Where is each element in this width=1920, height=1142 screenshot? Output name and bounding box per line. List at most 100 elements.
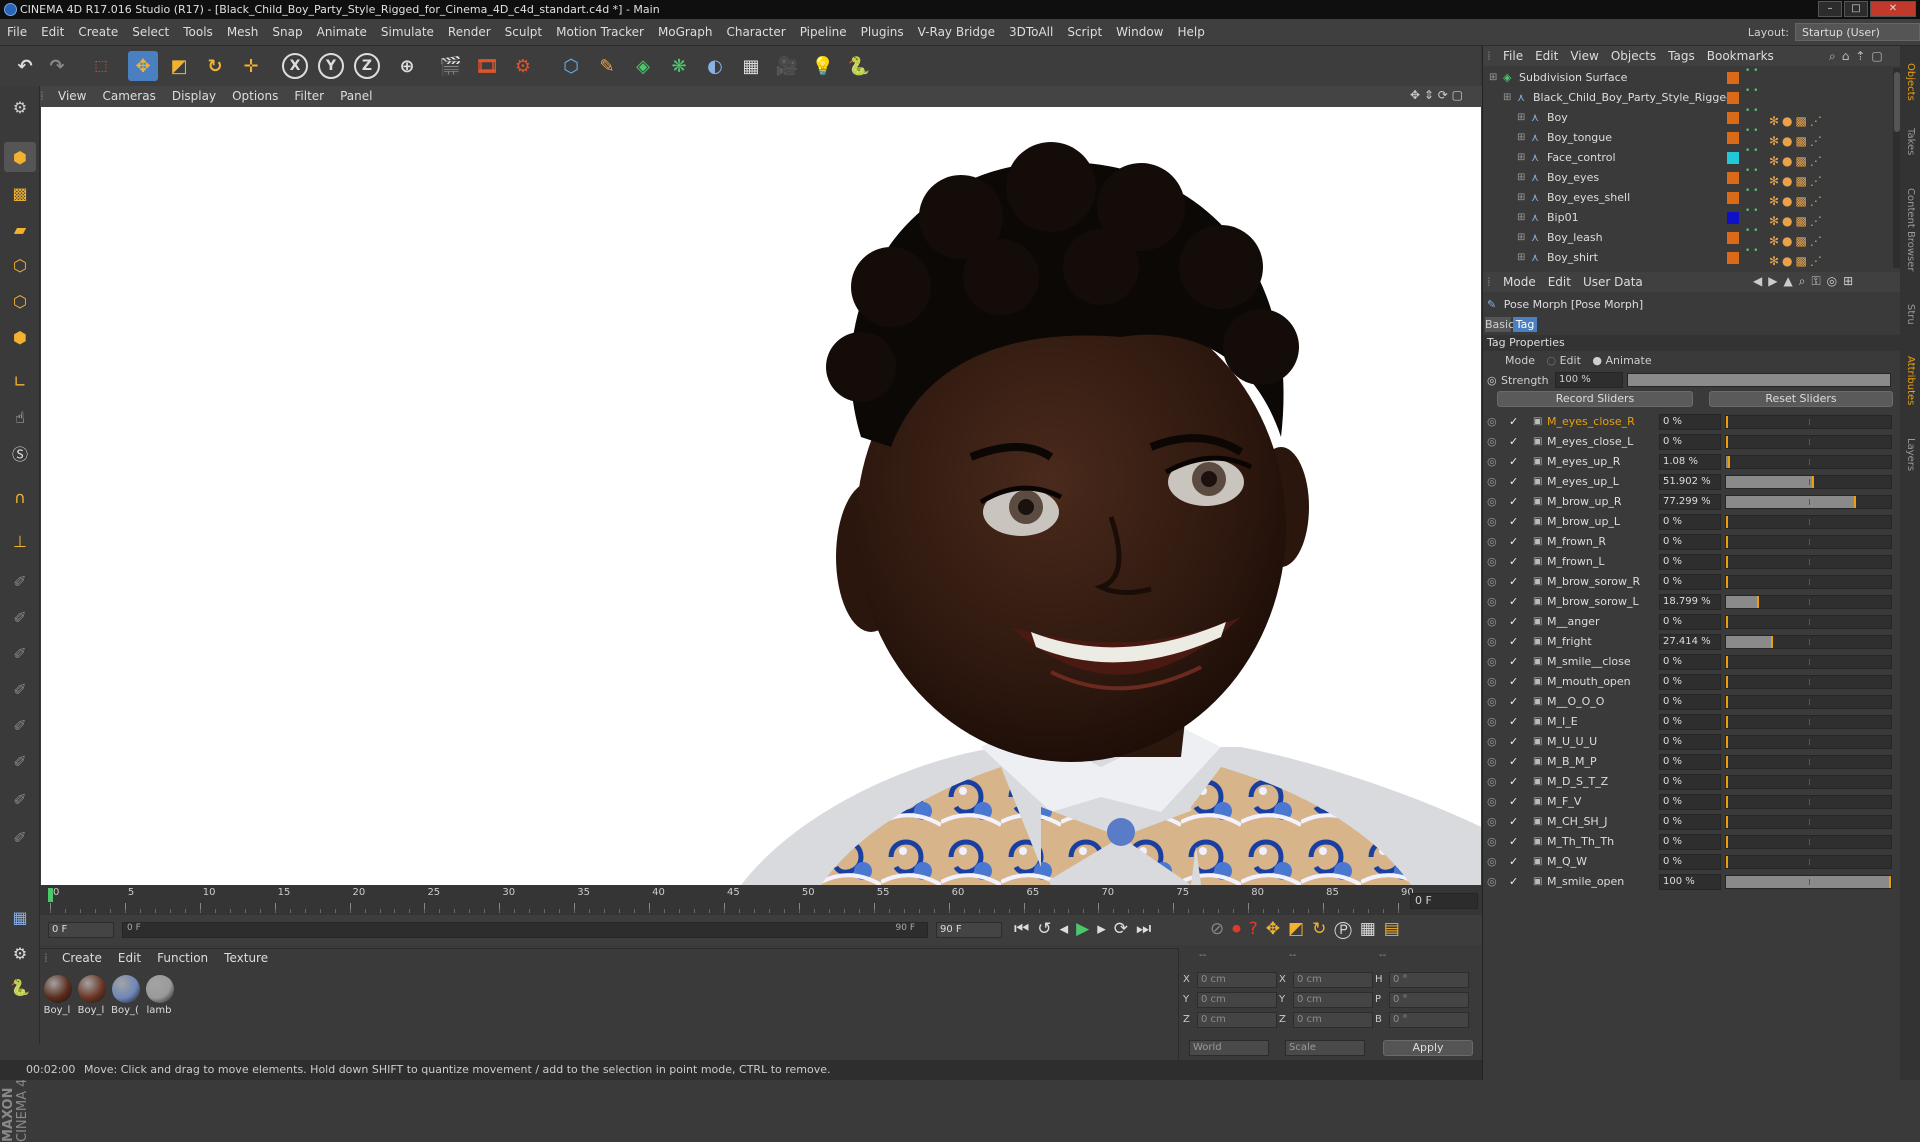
side-tab-stru[interactable]: Stru xyxy=(1902,295,1918,333)
enable-checkbox[interactable]: ✓ xyxy=(1509,472,1518,492)
minimize-button[interactable]: – xyxy=(1818,1,1842,17)
menu-mesh[interactable]: Mesh xyxy=(220,19,266,46)
morph-value-field[interactable]: 0 % xyxy=(1659,814,1721,830)
morph-value-field[interactable]: 0 % xyxy=(1659,774,1721,790)
visibility-dots-icon[interactable]: • • xyxy=(1745,206,1758,217)
object-row[interactable]: ⊞⋏Boy• •✻●▩⋰ xyxy=(1483,108,1893,128)
anim-dot-icon[interactable]: ◎ xyxy=(1487,512,1497,532)
morph-slider[interactable] xyxy=(1725,675,1892,689)
camera-icon[interactable]: 🎥 xyxy=(772,51,802,81)
expand-icon[interactable]: ⊞ xyxy=(1517,128,1525,148)
morph-value-field[interactable]: 1.08 % xyxy=(1659,454,1721,470)
layer-color-swatch[interactable] xyxy=(1727,172,1739,184)
slider-handle[interactable] xyxy=(1889,876,1891,888)
morph-value-field[interactable]: 0 % xyxy=(1659,574,1721,590)
slider-handle[interactable] xyxy=(1771,636,1773,648)
pan-icon[interactable]: ✥ xyxy=(1410,88,1420,102)
object-name[interactable]: Black_Child_Boy_Party_Style_Rigged xyxy=(1533,88,1733,108)
sculpt-brush-8-icon[interactable]: ✐ xyxy=(4,822,36,852)
morph-slider[interactable] xyxy=(1725,695,1892,709)
object-row[interactable]: ⊞⋏Boy_eyes• •✻●▩⋰ xyxy=(1483,168,1893,188)
menu-script[interactable]: Script xyxy=(1060,19,1109,46)
side-tab-content-browser[interactable]: Content Browser xyxy=(1902,172,1918,287)
slider-handle[interactable] xyxy=(1812,476,1814,488)
morph-value-field[interactable]: 0 % xyxy=(1659,614,1721,630)
autokey-icon[interactable]: ? xyxy=(1249,919,1266,939)
expand-icon[interactable]: ⊞ xyxy=(1517,168,1525,188)
anim-dot-icon[interactable]: ◎ xyxy=(1487,812,1497,832)
model-mode-icon[interactable]: ⬢ xyxy=(4,142,36,172)
object-row[interactable]: ⊞⋏Boy_shirt• •✻●▩⋰ xyxy=(1483,248,1893,268)
anim-dot-icon[interactable]: ◎ xyxy=(1487,432,1497,452)
rotate-view-icon[interactable]: ⟳ xyxy=(1438,88,1448,102)
y-axis-lock-icon[interactable]: Y xyxy=(318,53,344,79)
slider-handle[interactable] xyxy=(1726,716,1728,728)
slider-handle[interactable] xyxy=(1726,656,1728,668)
material-menu-edit[interactable]: Edit xyxy=(110,949,149,967)
layer-color-swatch[interactable] xyxy=(1727,192,1739,204)
enable-checkbox[interactable]: ✓ xyxy=(1509,612,1518,632)
morph-value-field[interactable]: 0 % xyxy=(1659,754,1721,770)
morph-slider[interactable] xyxy=(1725,435,1892,449)
anim-dot-icon[interactable]: ◎ xyxy=(1487,672,1497,692)
object-name[interactable]: Boy_tongue xyxy=(1547,128,1612,148)
points-mode-icon[interactable]: ⬡ xyxy=(4,250,36,280)
anim-dot-icon[interactable]: ◎ xyxy=(1487,632,1497,652)
anim-dot-icon[interactable]: ◎ xyxy=(1487,852,1497,872)
scale-tool-icon[interactable]: ◩ xyxy=(164,51,194,81)
rotate-tool-icon[interactable]: ↻ xyxy=(200,51,230,81)
tab-tag[interactable]: Tag xyxy=(1513,317,1537,332)
anim-dot-icon[interactable]: ◎ xyxy=(1487,552,1497,572)
side-tab-attributes[interactable]: Attributes xyxy=(1902,341,1918,421)
visibility-dots-icon[interactable]: • • xyxy=(1745,86,1758,97)
object-menu-file[interactable]: File xyxy=(1497,46,1529,66)
go-to-start-icon[interactable]: ⏮ xyxy=(1014,919,1037,939)
search-icon[interactable]: ⌕ xyxy=(1829,49,1842,63)
toggle-layout-icon[interactable]: ▢ xyxy=(1452,88,1463,102)
go-to-end-icon[interactable]: ⏭ xyxy=(1136,919,1159,939)
morph-value-field[interactable]: 0 % xyxy=(1659,534,1721,550)
forward-icon[interactable]: ▶ xyxy=(1768,274,1783,288)
loop-icon[interactable]: ↺ xyxy=(1037,919,1059,939)
enable-checkbox[interactable]: ✓ xyxy=(1509,552,1518,572)
slider-handle[interactable] xyxy=(1726,516,1728,528)
render-settings-icon[interactable]: ⚙ xyxy=(508,51,538,81)
material-menu-create[interactable]: Create xyxy=(54,949,110,967)
new-window-icon[interactable]: ▢ xyxy=(1871,49,1888,63)
menu-character[interactable]: Character xyxy=(719,19,792,46)
coord-field[interactable]: 0 cm xyxy=(1197,1012,1277,1028)
enable-checkbox[interactable]: ✓ xyxy=(1509,652,1518,672)
strength-field[interactable]: 100 % xyxy=(1555,372,1623,388)
record-key-icon[interactable]: ⏺ xyxy=(1232,919,1249,939)
viewport-menu-display[interactable]: Display xyxy=(164,86,224,107)
polygons-mode-icon[interactable]: ⬢ xyxy=(4,322,36,352)
attributes-menu-mode[interactable]: Mode xyxy=(1497,272,1542,292)
render-view-icon[interactable]: 🎬 xyxy=(436,51,466,81)
visibility-dots-icon[interactable]: • • xyxy=(1745,68,1758,77)
coord-field[interactable]: 0 cm xyxy=(1197,992,1277,1008)
morph-value-field[interactable]: 0 % xyxy=(1659,654,1721,670)
transform-tool-icon[interactable]: ✛ xyxy=(236,51,266,81)
visibility-dots-icon[interactable]: • • xyxy=(1745,126,1758,137)
enable-checkbox[interactable]: ✓ xyxy=(1509,592,1518,612)
expand-icon[interactable]: ⊞ xyxy=(1517,208,1525,228)
morph-value-field[interactable]: 0 % xyxy=(1659,414,1721,430)
morph-slider[interactable] xyxy=(1725,555,1892,569)
morph-slider[interactable] xyxy=(1725,735,1892,749)
morph-value-field[interactable]: 0 % xyxy=(1659,854,1721,870)
morph-slider[interactable] xyxy=(1725,795,1892,809)
enable-checkbox[interactable]: ✓ xyxy=(1509,852,1518,872)
layer-color-swatch[interactable] xyxy=(1727,212,1739,224)
material-menu-function[interactable]: Function xyxy=(149,949,216,967)
layer-color-swatch[interactable] xyxy=(1727,72,1739,84)
motion-path-icon[interactable]: ⊘ xyxy=(1210,919,1232,939)
enable-checkbox[interactable]: ✓ xyxy=(1509,632,1518,652)
object-name[interactable]: Boy_eyes_shell xyxy=(1547,188,1630,208)
settings-gear-icon[interactable]: ⚙ xyxy=(4,938,36,968)
menu-render[interactable]: Render xyxy=(441,19,498,46)
morph-slider[interactable] xyxy=(1725,835,1892,849)
current-frame-display[interactable]: 0 F xyxy=(1410,893,1478,909)
python-icon[interactable]: 🐍 xyxy=(844,51,874,81)
slider-handle[interactable] xyxy=(1728,456,1730,468)
object-menu-objects[interactable]: Objects xyxy=(1605,46,1662,66)
